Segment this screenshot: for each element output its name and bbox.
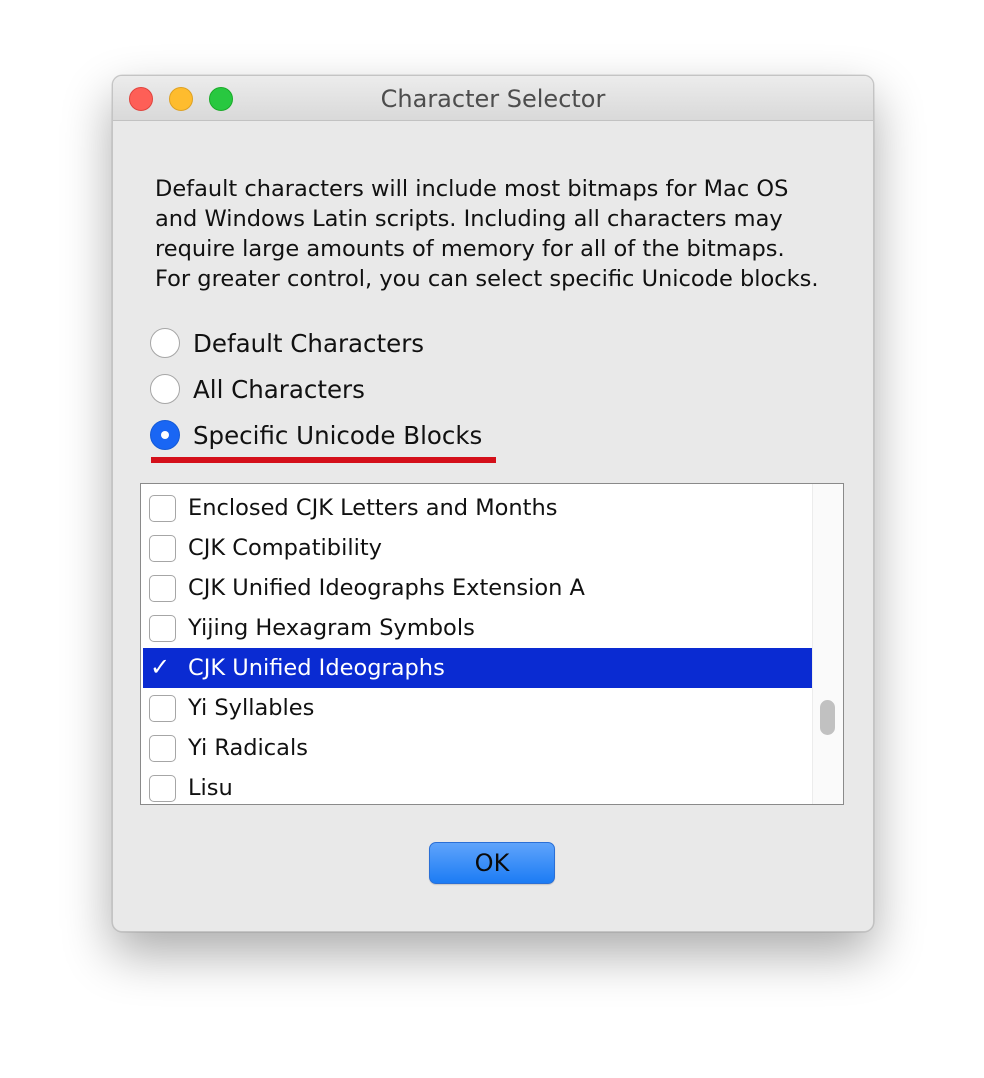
- description-text: Default characters will include most bit…: [155, 174, 855, 294]
- checkbox[interactable]: [149, 734, 176, 762]
- list-item[interactable]: Yi Radicals: [143, 728, 813, 768]
- annotation-underline: [151, 457, 496, 463]
- checkbox-checked[interactable]: ✓: [149, 652, 176, 682]
- checkmark-icon: ✓: [150, 652, 171, 681]
- list-item-label: Enclosed CJK Letters and Months: [188, 495, 558, 521]
- description-line: Default characters will include most bit…: [155, 176, 789, 202]
- list-item-label: CJK Compatibility: [188, 535, 382, 561]
- list-item-label: Lisu: [188, 775, 233, 801]
- radio-all-characters[interactable]: All Characters: [150, 372, 365, 406]
- checkbox[interactable]: [149, 694, 176, 722]
- checkbox[interactable]: [149, 774, 176, 802]
- description-line: require large amounts of memory for all …: [155, 236, 785, 262]
- radio-specific-unicode-blocks[interactable]: Specific Unicode Blocks: [150, 418, 482, 452]
- list-item[interactable]: CJK Unified Ideographs Extension A: [143, 568, 813, 608]
- character-selector-window: Character Selector Default characters wi…: [112, 75, 874, 932]
- description-line: and Windows Latin scripts. Including all…: [155, 206, 783, 232]
- checkbox[interactable]: [149, 494, 176, 522]
- unicode-blocks-list[interactable]: Enclosed CJK Letters and Months CJK Comp…: [140, 483, 844, 805]
- list-item[interactable]: CJK Compatibility: [143, 528, 813, 568]
- radio-default-characters[interactable]: Default Characters: [150, 326, 424, 360]
- scrollbar-thumb[interactable]: [820, 700, 835, 735]
- radio-button-unselected[interactable]: [150, 374, 180, 404]
- title-bar[interactable]: Character Selector: [113, 76, 873, 121]
- list-item[interactable]: Yijing Hexagram Symbols: [143, 608, 813, 648]
- list-item-label: Yi Syllables: [188, 695, 315, 721]
- radio-button-selected[interactable]: [150, 420, 180, 450]
- vertical-scrollbar[interactable]: [812, 484, 843, 804]
- list-item-label: Yi Radicals: [188, 735, 308, 761]
- radio-label: Specific Unicode Blocks: [193, 420, 483, 450]
- radio-button-unselected[interactable]: [150, 328, 180, 358]
- window-title: Character Selector: [380, 85, 606, 113]
- list-item-label: Yijing Hexagram Symbols: [188, 615, 475, 641]
- list-item[interactable]: Enclosed CJK Letters and Months: [143, 488, 813, 528]
- list-item-label: CJK Unified Ideographs: [188, 655, 445, 681]
- list-item-selected[interactable]: ✓ CJK Unified Ideographs: [143, 648, 813, 688]
- checkbox[interactable]: [149, 574, 176, 602]
- description-line: For greater control, you can select spec…: [155, 266, 819, 292]
- checkbox[interactable]: [149, 534, 176, 562]
- list-item-label: CJK Unified Ideographs Extension A: [188, 575, 585, 601]
- radio-label: All Characters: [193, 374, 365, 404]
- list-item[interactable]: Yi Syllables: [143, 688, 813, 728]
- list-item[interactable]: Lisu: [143, 768, 813, 804]
- ok-button[interactable]: OK: [429, 842, 555, 884]
- radio-label: Default Characters: [193, 328, 425, 358]
- checkbox[interactable]: [149, 614, 176, 642]
